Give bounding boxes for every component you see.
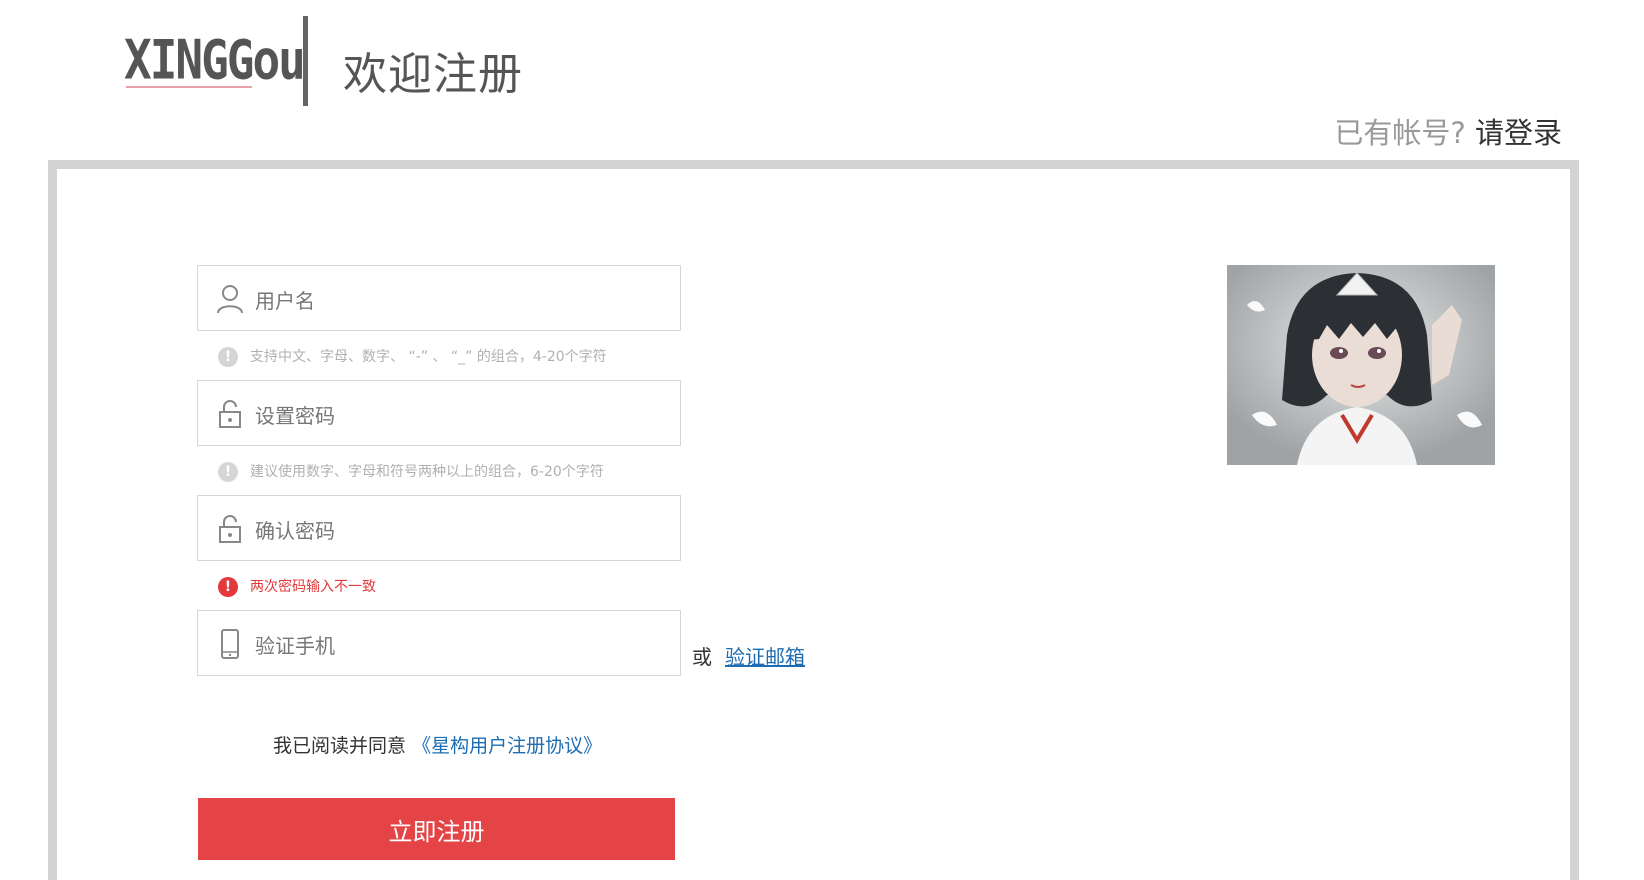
phone-placeholder: 验证手机 [255, 634, 335, 658]
anime-girl-illustration [1227, 265, 1495, 465]
password-field[interactable]: 设置密码 [197, 380, 681, 446]
agreement-link[interactable]: 《星构用户注册协议》 [412, 735, 602, 757]
info-circle-icon: ! [218, 347, 238, 367]
username-placeholder: 用户名 [255, 289, 315, 313]
password-tip-text: 建议使用数字、字母和符号两种以上的组合，6-20个字符 [250, 464, 604, 480]
or-text: 或 [692, 645, 712, 669]
username-tip-text: 支持中文、字母、数字、 “-” 、 “_” 的组合，4-20个字符 [250, 349, 607, 365]
logo-underline [126, 86, 252, 88]
user-icon [217, 285, 243, 314]
register-button[interactable]: 立即注册 [198, 798, 675, 860]
illustration [1227, 265, 1495, 465]
page-title: 欢迎注册 [343, 49, 523, 100]
page-header: XINGGou 欢迎注册 已有帐号? 请登录 [0, 0, 1644, 160]
unlock-icon [219, 515, 241, 543]
username-tip: ! 支持中文、字母、数字、 “-” 、 “_” 的组合，4-20个字符 [218, 346, 607, 367]
verify-email-link[interactable]: 验证邮箱 [725, 641, 805, 670]
login-link[interactable]: 请登录 [1475, 116, 1562, 150]
mobile-phone-icon [221, 629, 239, 659]
password-placeholder: 设置密码 [255, 404, 335, 428]
login-prompt: 已有帐号? 请登录 [1334, 110, 1562, 152]
username-field[interactable]: 用户名 [197, 265, 681, 331]
confirm-error-text: 两次密码输入不一致 [250, 579, 376, 595]
agree-text: 我已阅读并同意 [273, 735, 407, 757]
unlock-icon [219, 400, 241, 428]
agreement-line: 我已阅读并同意 《星构用户注册协议》 [273, 731, 602, 758]
confirm-password-placeholder: 确认密码 [255, 519, 335, 543]
phone-field[interactable]: 验证手机 [197, 610, 681, 676]
login-prompt-text: 已有帐号? [1334, 116, 1466, 150]
error-circle-icon: ! [218, 577, 238, 597]
password-tip: ! 建议使用数字、字母和符号两种以上的组合，6-20个字符 [218, 461, 604, 482]
info-circle-icon: ! [218, 462, 238, 482]
header-divider [303, 16, 308, 106]
logo[interactable]: XINGGou [124, 28, 306, 92]
confirm-error: ! 两次密码输入不一致 [218, 576, 376, 597]
confirm-password-field[interactable]: 确认密码 [197, 495, 681, 561]
